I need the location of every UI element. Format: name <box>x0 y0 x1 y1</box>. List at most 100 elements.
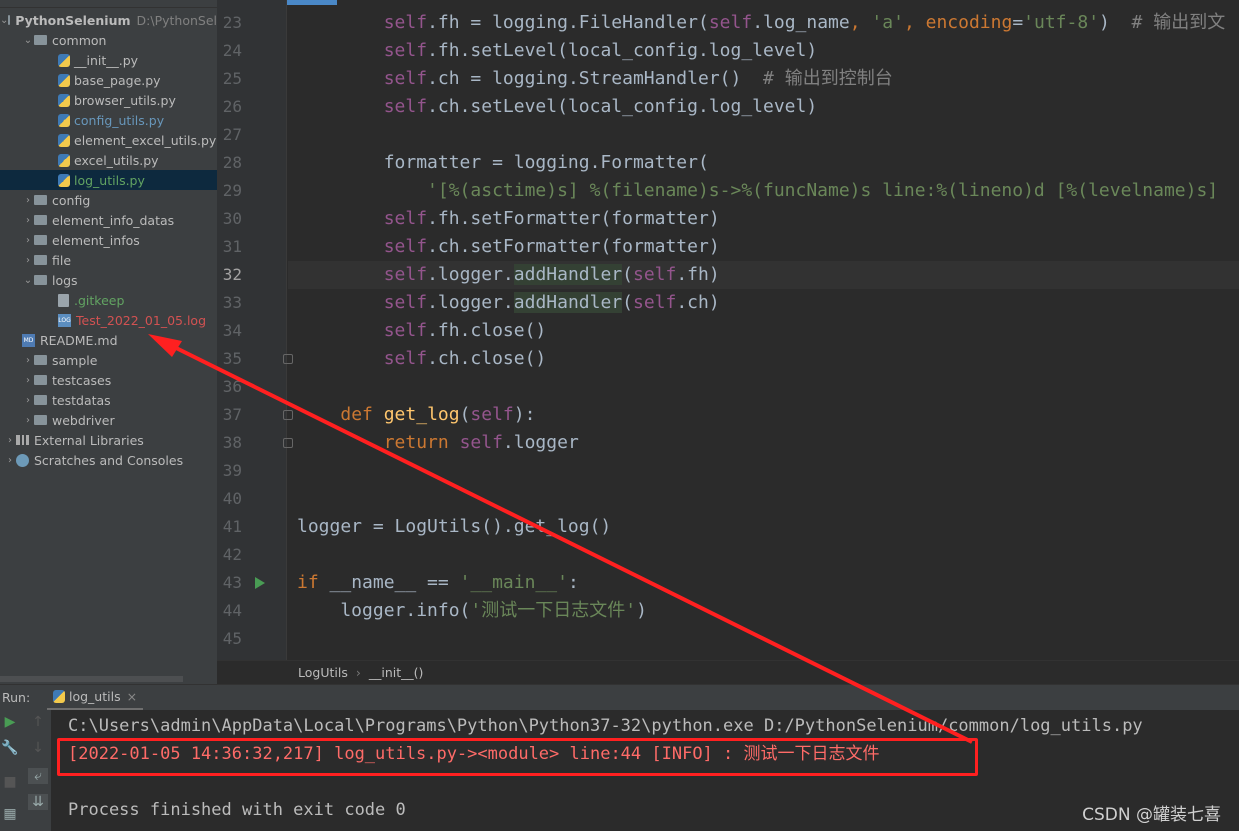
code-line[interactable]: '[%(asctime)s] %(filename)s->%(funcName)… <box>288 177 1239 205</box>
tree-item[interactable]: .gitkeep <box>0 290 217 310</box>
wrench-icon[interactable]: 🔧 <box>0 740 20 756</box>
code-line[interactable]: self.ch.setLevel(local_config.log_level) <box>288 93 1239 121</box>
folder-icon <box>34 415 47 425</box>
code-line[interactable]: formatter = logging.Formatter( <box>288 149 1239 177</box>
tree-item-label: common <box>52 32 107 48</box>
rerun-icon[interactable]: ▶ <box>0 714 20 730</box>
python-file-icon <box>58 153 70 167</box>
chevron-right-icon[interactable]: › <box>22 415 34 426</box>
tree-item[interactable]: element_excel_utils.py <box>0 130 217 150</box>
code-line[interactable]: self.ch.close() <box>288 345 1239 373</box>
tree-item[interactable]: › Scratches and Consoles <box>0 450 217 470</box>
code-line[interactable] <box>288 373 1239 401</box>
scroll-to-end-icon[interactable]: ⇊ <box>28 794 48 810</box>
code-editor[interactable]: self.fh = logging.FileHandler(self.log_n… <box>288 0 1239 660</box>
folder-icon <box>34 215 47 225</box>
chevron-right-icon[interactable]: › <box>22 395 34 406</box>
tree-item[interactable]: config_utils.py <box>0 110 217 130</box>
chevron-down-icon[interactable]: ⌄ <box>0 15 8 26</box>
code-line[interactable]: self.fh = logging.FileHandler(self.log_n… <box>288 9 1239 37</box>
code-line[interactable]: self.ch.setFormatter(formatter) <box>288 233 1239 261</box>
tree-item[interactable]: ⌄ logs <box>0 270 217 290</box>
tree-item[interactable]: › config <box>0 190 217 210</box>
chevron-right-icon[interactable]: › <box>22 255 34 266</box>
line-number: 26 <box>222 97 242 116</box>
chevron-right-icon[interactable]: › <box>22 375 34 386</box>
code-line[interactable]: return self.logger <box>288 429 1239 457</box>
tree-item[interactable]: › External Libraries <box>0 430 217 450</box>
run-tab-log-utils[interactable]: log_utils × <box>47 685 144 711</box>
layout-icon[interactable]: ▦ <box>0 806 20 822</box>
code-token: ( <box>459 404 471 425</box>
tree-item[interactable]: › webdriver <box>0 410 217 430</box>
code-line[interactable] <box>288 625 1239 653</box>
tree-item[interactable]: › element_infos <box>0 230 217 250</box>
tree-item[interactable]: › file <box>0 250 217 270</box>
tree-item[interactable]: › element_info_datas <box>0 210 217 230</box>
close-icon[interactable]: × <box>127 689 137 704</box>
down-arrow-icon[interactable]: ↓ <box>28 740 48 756</box>
tree-item[interactable]: › sample <box>0 350 217 370</box>
chevron-right-icon[interactable]: › <box>22 235 34 246</box>
code-token: .fh.close() <box>427 320 547 341</box>
code-token: __name__ == <box>329 572 460 593</box>
code-line[interactable]: logger = LogUtils().get_log() <box>288 513 1239 541</box>
code-line[interactable]: self.logger.addHandler(self.fh) <box>288 261 1239 289</box>
run-panel-header: Run: log_utils × <box>0 684 1239 711</box>
code-line[interactable] <box>288 121 1239 149</box>
code-token: .fh) <box>676 264 720 285</box>
tree-item[interactable]: browser_utils.py <box>0 90 217 110</box>
code-line[interactable]: def get_log(self): <box>288 401 1239 429</box>
breadcrumb-class[interactable]: LogUtils <box>298 665 348 680</box>
tree-item[interactable]: LOG Test_2022_01_05.log <box>0 310 217 330</box>
code-line[interactable]: logger.info('测试一下日志文件') <box>288 597 1239 625</box>
tree-item[interactable]: › testcases <box>0 370 217 390</box>
watermark: CSDN @罐装七喜 <box>1082 805 1221 825</box>
horizontal-scrollbar[interactable] <box>0 676 183 682</box>
tree-item[interactable]: log_utils.py <box>0 170 217 190</box>
line-number: 25 <box>222 69 242 88</box>
tree-item[interactable]: ⌄ common <box>0 30 217 50</box>
soft-wrap-icon[interactable]: ⤶ <box>28 768 48 784</box>
code-token: .ch.setLevel(local_config.log_level) <box>427 96 818 117</box>
code-line[interactable] <box>288 457 1239 485</box>
code-line[interactable] <box>288 485 1239 513</box>
python-file-icon <box>58 93 70 107</box>
code-token: ( <box>622 264 633 285</box>
code-line[interactable] <box>288 541 1239 569</box>
stop-icon[interactable]: ■ <box>0 774 20 790</box>
tree-item-label: Scratches and Consoles <box>34 452 184 468</box>
chevron-down-icon[interactable]: ⌄ <box>22 275 34 286</box>
line-number: 28 <box>222 153 242 172</box>
chevron-right-icon[interactable]: › <box>4 435 16 446</box>
code-token: self <box>459 432 503 453</box>
run-gutter-icon[interactable] <box>255 577 265 589</box>
tree-item[interactable]: › testdatas <box>0 390 217 410</box>
code-line[interactable]: self.fh.close() <box>288 317 1239 345</box>
tree-item-label: browser_utils.py <box>74 92 176 108</box>
tree-item[interactable]: base_page.py <box>0 70 217 90</box>
tree-item[interactable]: __init__.py <box>0 50 217 70</box>
chevron-right-icon[interactable]: › <box>22 355 34 366</box>
code-line[interactable]: self.fh.setLevel(local_config.log_level) <box>288 37 1239 65</box>
chevron-right-icon[interactable]: › <box>22 215 34 226</box>
code-line[interactable]: if __name__ == '__main__': <box>288 569 1239 597</box>
up-arrow-icon[interactable]: ↑ <box>28 714 48 730</box>
code-line[interactable]: self.logger.addHandler(self.ch) <box>288 289 1239 317</box>
code-line[interactable]: self.fh.setFormatter(formatter) <box>288 205 1239 233</box>
tree-item[interactable]: MD README.md <box>0 330 217 350</box>
chevron-right-icon[interactable]: › <box>4 455 16 466</box>
code-token: self <box>470 404 514 425</box>
tree-item[interactable]: excel_utils.py <box>0 150 217 170</box>
chevron-right-icon[interactable]: › <box>22 195 34 206</box>
chevron-down-icon[interactable]: ⌄ <box>22 35 34 46</box>
project-root[interactable]: ⌄ PythonSelenium D:\PythonSel <box>0 10 217 30</box>
breadcrumb-method[interactable]: __init__() <box>369 665 424 680</box>
code-token: .ch.close() <box>427 348 547 369</box>
code-line[interactable]: self.ch = logging.StreamHandler() # 输出到控… <box>288 65 1239 93</box>
